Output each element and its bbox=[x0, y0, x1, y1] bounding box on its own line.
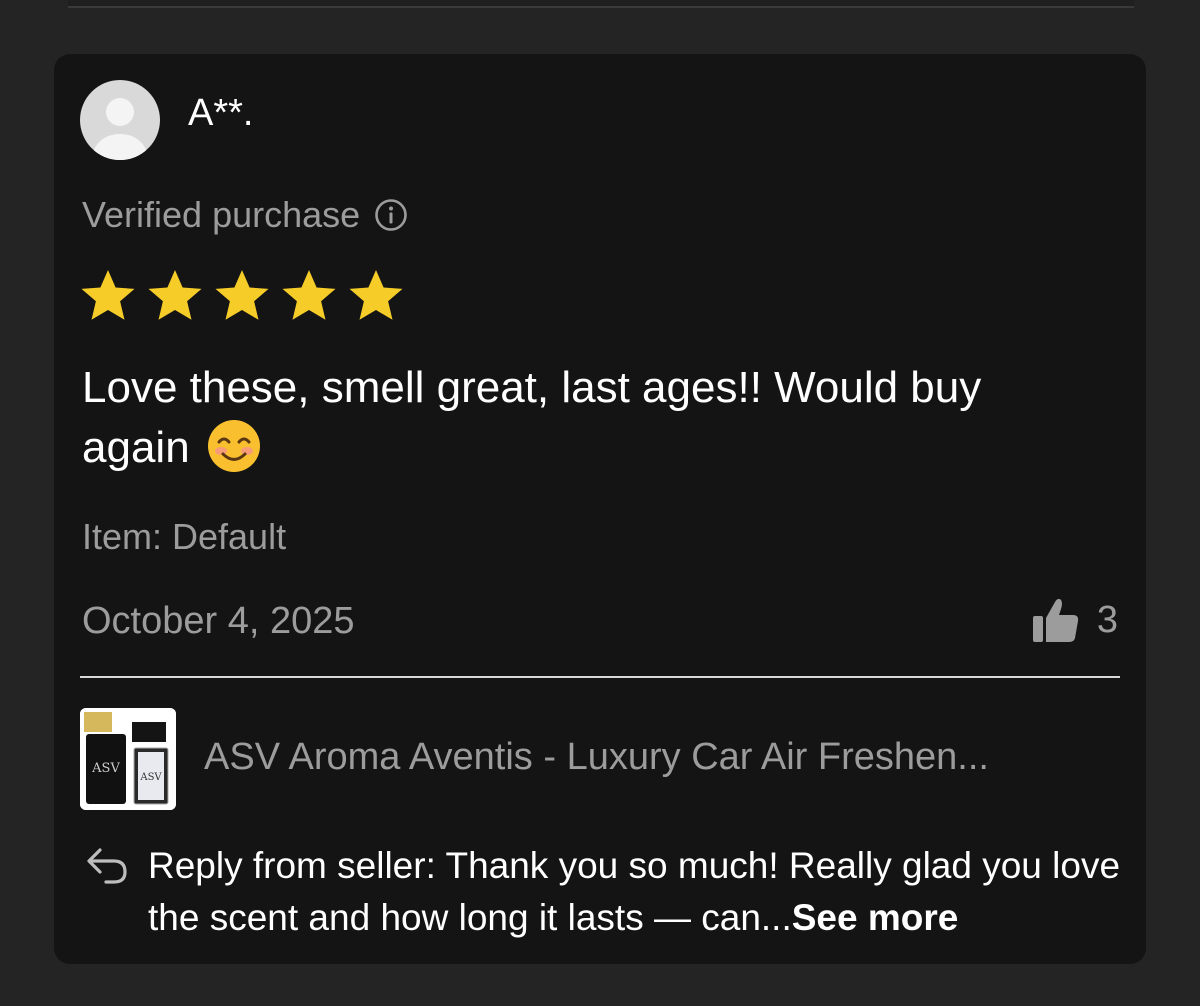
helpful-count-value: 3 bbox=[1096, 598, 1118, 641]
seller-reply-text: Reply from seller: Thank you so much! Re… bbox=[148, 845, 1121, 938]
review-text: Love these, smell great, last ages!! Wou… bbox=[82, 358, 1082, 478]
smiling-face-emoji bbox=[207, 420, 260, 473]
avatar bbox=[80, 80, 160, 160]
product-title-link[interactable]: ASV Aroma Aventis - Luxury Car Air Fresh… bbox=[204, 736, 1104, 779]
helpful-count[interactable]: 3 bbox=[1031, 594, 1118, 646]
reviewer-name: A**. bbox=[188, 92, 254, 134]
review-date: October 4, 2025 bbox=[82, 600, 355, 642]
star-rating bbox=[78, 266, 413, 326]
product-thumb-brand: ASV bbox=[91, 761, 120, 776]
star-icon bbox=[282, 270, 336, 320]
divider bbox=[80, 676, 1120, 678]
verified-purchase: Verified purchase bbox=[82, 194, 408, 236]
product-thumbnail[interactable]: ASV ASV bbox=[80, 708, 176, 810]
star-icon bbox=[81, 270, 135, 320]
previous-card-edge bbox=[68, 0, 1134, 8]
verified-purchase-label: Verified purchase bbox=[82, 194, 361, 235]
review-card: A**. Verified purchase Love these, smell… bbox=[54, 54, 1146, 964]
star-icon bbox=[349, 270, 403, 320]
reply-icon bbox=[87, 848, 127, 884]
thumbs-up-icon[interactable] bbox=[1031, 594, 1083, 646]
star-icon bbox=[148, 270, 202, 320]
avatar-head-shape bbox=[106, 98, 134, 126]
product-image: ASV ASV bbox=[80, 708, 176, 810]
see-more-link[interactable]: See more bbox=[792, 897, 959, 938]
item-variant: Item: Default bbox=[82, 516, 287, 557]
avatar-body-shape bbox=[93, 134, 147, 160]
product-thumb-brand-2: ASV bbox=[139, 772, 162, 783]
info-icon[interactable] bbox=[374, 198, 408, 232]
star-icon bbox=[215, 270, 269, 320]
seller-reply: Reply from seller: Thank you so much! Re… bbox=[148, 840, 1128, 944]
